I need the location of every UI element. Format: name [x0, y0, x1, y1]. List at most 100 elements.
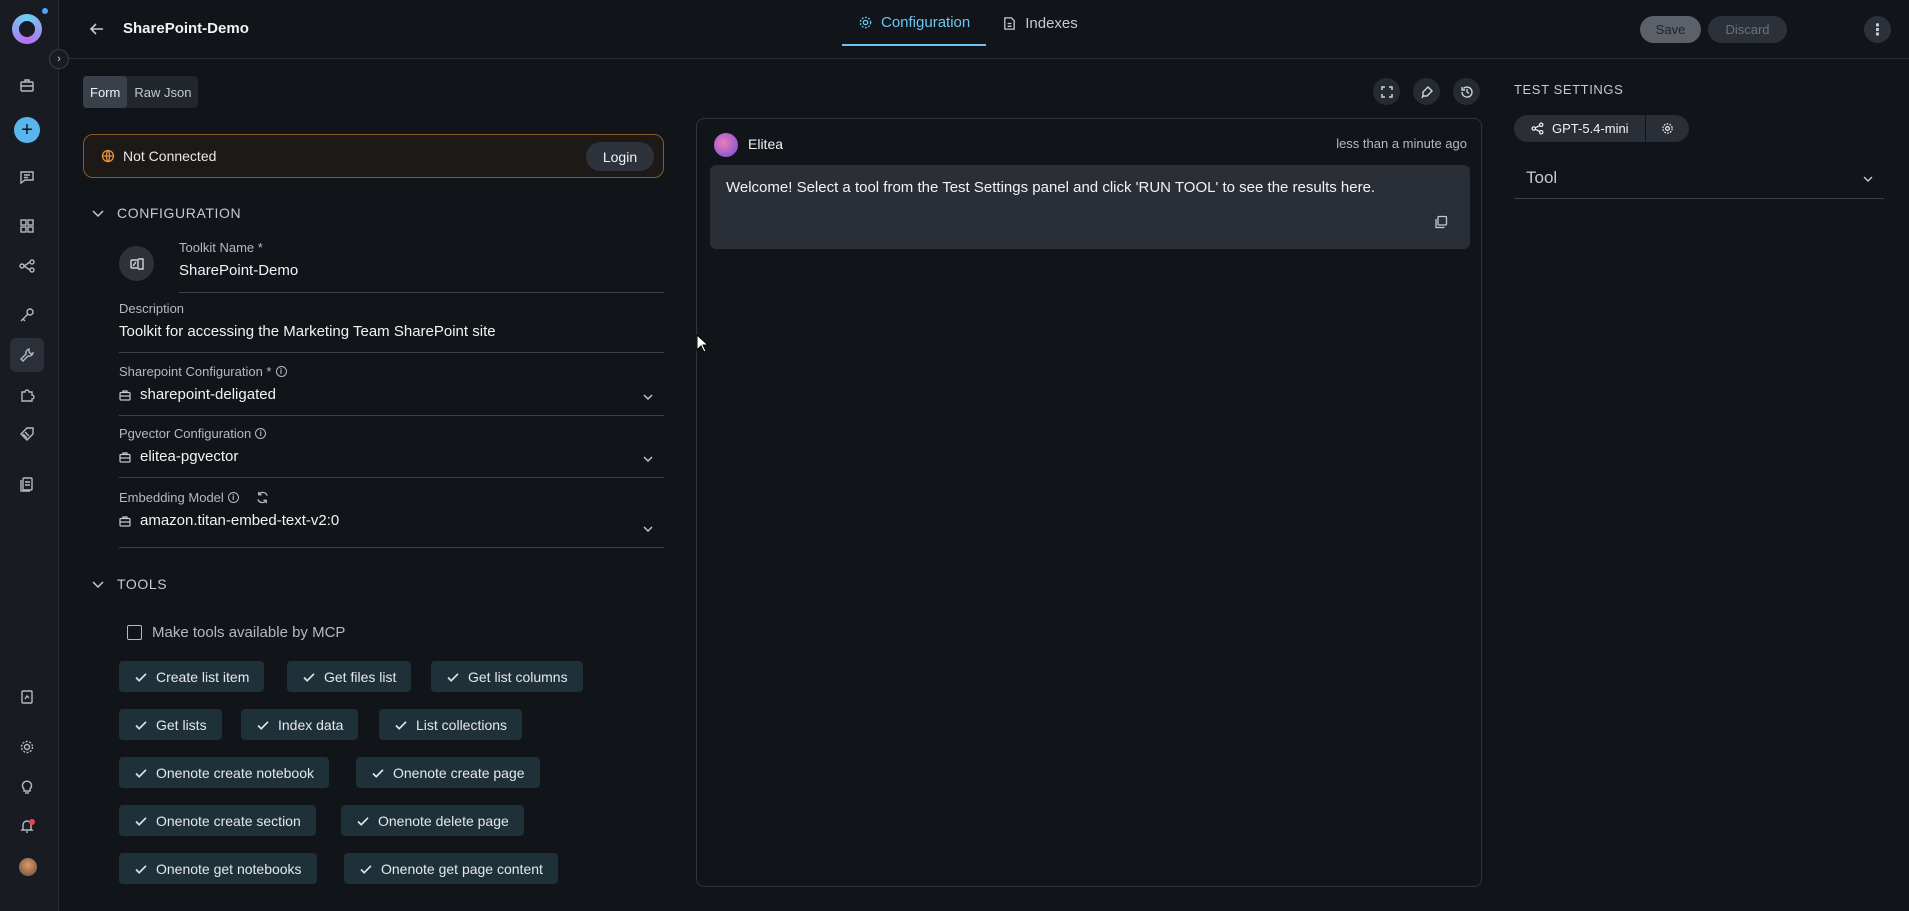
check-icon	[447, 672, 459, 682]
tool-chip[interactable]: Index data	[241, 709, 359, 740]
configuration-section-title: CONFIGURATION	[117, 205, 242, 221]
tool-chip[interactable]: Create list item	[119, 661, 265, 692]
chevron-down-icon	[643, 394, 653, 400]
pgvector-configuration-value: elitea-pgvector	[140, 448, 239, 465]
description-field[interactable]: Description Toolkit for accessing the Ma…	[119, 301, 664, 353]
info-icon[interactable]: i	[275, 366, 287, 377]
model-settings-icon[interactable]	[1646, 115, 1689, 142]
tool-chip[interactable]: Onenote get notebooks	[119, 853, 317, 884]
copy-icon[interactable]	[1434, 215, 1448, 229]
tool-chip[interactable]: Onenote create section	[119, 805, 316, 836]
configuration-section-toggle[interactable]: CONFIGURATION	[91, 205, 241, 221]
chevron-down-icon	[643, 456, 653, 462]
briefcase-icon	[119, 451, 131, 463]
more-options-icon[interactable]: ⋮	[1864, 16, 1891, 43]
tool-chip-label: Onenote create section	[156, 812, 301, 829]
raw-json-mode-button[interactable]: Raw Json	[127, 76, 198, 108]
user-avatar[interactable]	[19, 858, 37, 876]
tool-chip[interactable]: Get lists	[119, 709, 222, 740]
refresh-icon[interactable]	[255, 490, 270, 505]
settings-icon[interactable]	[14, 734, 40, 760]
chat-toolbar	[1373, 78, 1480, 105]
mcp-label: Make tools available by MCP	[152, 624, 346, 641]
tool-chip-label: Create list item	[156, 668, 250, 685]
model-select-button[interactable]: GPT-5.4-mini	[1514, 115, 1645, 142]
app-logo-icon[interactable]	[12, 8, 48, 44]
history-icon[interactable]	[1453, 78, 1480, 105]
clean-icon[interactable]	[1413, 78, 1440, 105]
tool-chip[interactable]: Onenote get page content	[344, 853, 558, 884]
model-name: GPT-5.4-mini	[1552, 121, 1629, 136]
key-icon[interactable]	[14, 302, 40, 328]
share-icon	[1531, 122, 1544, 135]
embedding-model-label: Embedding Model	[119, 490, 224, 505]
embedding-model-select[interactable]: Embedding Model i amazon.titan-embed-text…	[119, 490, 664, 548]
back-arrow-icon[interactable]	[88, 20, 106, 38]
check-icon	[395, 720, 407, 730]
tab-bar: Configuration Indexes	[842, 0, 1094, 59]
tool-chip[interactable]: Onenote create page	[356, 757, 540, 788]
tool-chip[interactable]: Get files list	[287, 661, 412, 692]
document-icon[interactable]	[14, 471, 40, 497]
tool-select[interactable]: Tool	[1514, 161, 1884, 199]
pipeline-icon[interactable]	[14, 253, 40, 279]
mcp-checkbox-row[interactable]: Make tools available by MCP	[127, 624, 345, 641]
chat-icon[interactable]	[14, 164, 40, 190]
tool-chip-label: Index data	[278, 716, 344, 733]
tool-chip-label: Onenote create page	[393, 764, 525, 781]
sharepoint-configuration-value: sharepoint-deligated	[140, 386, 276, 403]
check-icon	[303, 672, 315, 682]
tab-configuration[interactable]: Configuration	[842, 0, 987, 46]
sharepoint-configuration-select[interactable]: Sharepoint Configuration * i sharepoint-d…	[119, 364, 664, 416]
tag-icon[interactable]	[14, 421, 40, 447]
tool-chip[interactable]: Get list columns	[431, 661, 583, 692]
mouse-cursor-icon	[696, 334, 710, 353]
briefcase-icon[interactable]	[14, 72, 40, 98]
briefcase-icon	[119, 515, 131, 527]
tab-indexes[interactable]: Indexes	[986, 0, 1094, 46]
save-button[interactable]: Save	[1640, 16, 1701, 43]
toolkit-name-field[interactable]: Toolkit Name * SharePoint-Demo	[179, 240, 664, 293]
embedding-model-value: amazon.titan-embed-text-v2:0	[140, 512, 340, 529]
message-sender: Elitea	[748, 136, 784, 152]
tool-chip[interactable]: Onenote create notebook	[119, 757, 330, 788]
lightbulb-icon[interactable]	[14, 774, 40, 800]
mcp-checkbox[interactable]	[127, 625, 142, 640]
check-icon	[257, 720, 269, 730]
info-icon[interactable]: i	[227, 492, 239, 503]
test-settings-title: TEST SETTINGS	[1514, 82, 1624, 97]
bell-icon[interactable]	[14, 813, 40, 839]
report-icon[interactable]	[14, 684, 40, 710]
grid-icon[interactable]	[14, 213, 40, 239]
wrench-icon[interactable]	[10, 338, 44, 372]
expand-sidebar-icon[interactable]: ›	[49, 49, 69, 69]
message-text: Welcome! Select a tool from the Test Set…	[726, 179, 1376, 196]
fullscreen-icon[interactable]	[1373, 78, 1400, 105]
briefcase-icon	[119, 389, 131, 401]
tool-chip[interactable]: Onenote delete page	[341, 805, 524, 836]
tool-chip[interactable]: List collections	[379, 709, 523, 740]
tools-section-title: TOOLS	[117, 576, 168, 592]
tool-chip-label: Get lists	[156, 716, 207, 733]
puzzle-icon[interactable]	[14, 382, 40, 408]
message-bubble: Welcome! Select a tool from the Test Set…	[710, 165, 1470, 249]
chevron-down-icon	[643, 526, 653, 532]
tab-indexes-label: Indexes	[1025, 14, 1078, 32]
form-mode-button[interactable]: Form	[83, 76, 128, 108]
tools-section-toggle[interactable]: TOOLS	[91, 576, 167, 592]
pgvector-configuration-select[interactable]: Pgvector Configuration i elitea-pgvector	[119, 426, 664, 478]
message-time: less than a minute ago	[1336, 136, 1467, 151]
tool-chip-label: Onenote create notebook	[156, 764, 315, 781]
login-button[interactable]: Login	[586, 142, 654, 171]
add-icon[interactable]: +	[14, 117, 40, 143]
chevron-down-icon	[92, 581, 104, 589]
discard-button[interactable]: Discard	[1708, 16, 1787, 43]
tool-select-label: Tool	[1526, 168, 1558, 187]
check-icon	[135, 768, 147, 778]
toolkit-name-value: SharePoint-Demo	[179, 262, 299, 279]
chevron-down-icon	[92, 210, 104, 218]
file-icon	[1004, 16, 1016, 30]
form-mode-toggle: Form Raw Json	[83, 76, 199, 108]
info-icon[interactable]: i	[255, 428, 267, 439]
left-rail: +	[0, 0, 59, 911]
